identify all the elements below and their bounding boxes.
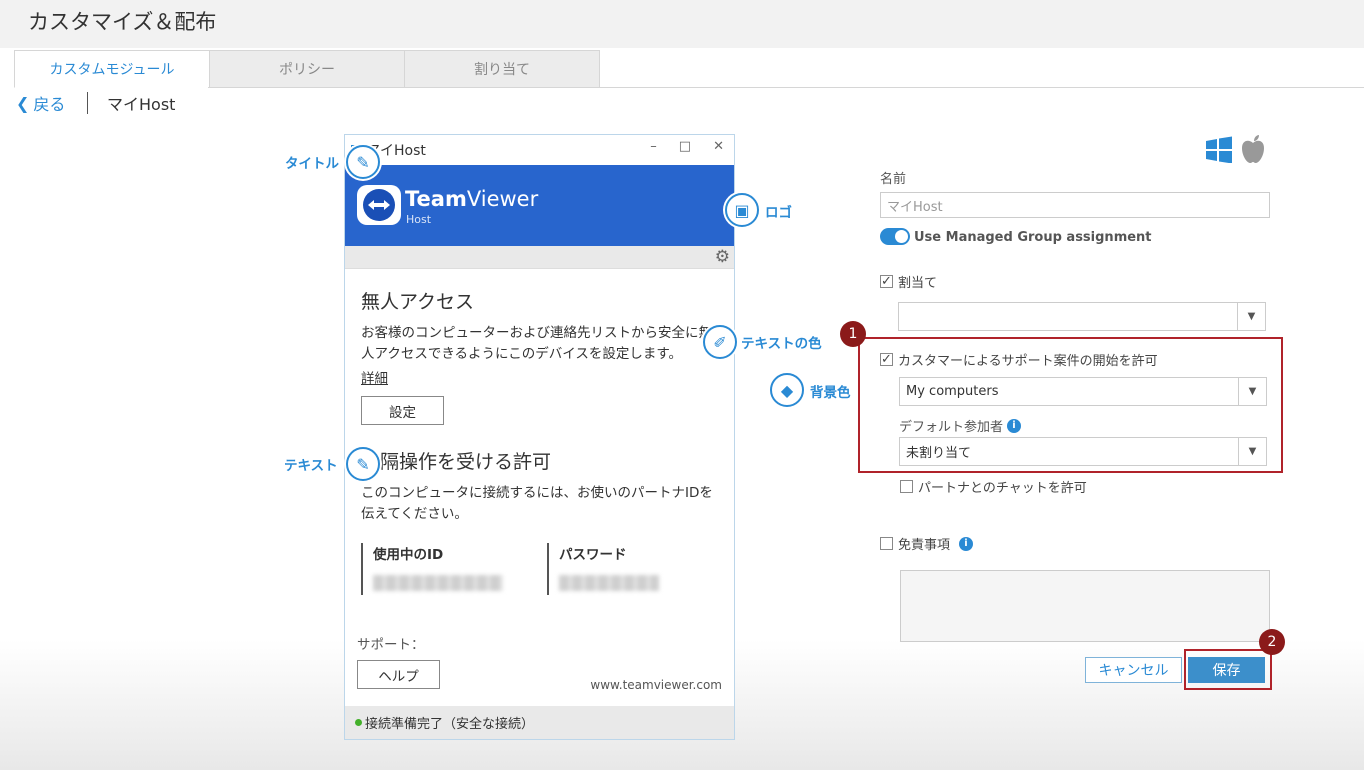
partner-chat-label: パートナとのチャットを許可	[918, 481, 1087, 496]
minimize-icon: –	[650, 139, 657, 154]
paint-bucket-icon[interactable]: ◆	[770, 373, 804, 407]
callout-text-color-label: テキストの色	[741, 336, 822, 352]
callout-title-label: タイトル	[285, 156, 339, 172]
group-select[interactable]: My computers ▼	[899, 377, 1267, 406]
cancel-button[interactable]: キャンセル	[1085, 657, 1182, 683]
tab-divider	[208, 87, 1364, 88]
tab-policy[interactable]: ポリシー	[209, 50, 405, 88]
checkbox-checked-icon: ✓	[880, 352, 893, 367]
brush-icon[interactable]: ✐	[703, 325, 737, 359]
name-label: 名前	[880, 172, 907, 187]
chevron-down-icon: ▼	[1237, 303, 1265, 330]
group-value: My computers	[906, 384, 999, 399]
step-badge-2: 2	[1259, 629, 1285, 655]
save-button[interactable]: 保存	[1188, 657, 1265, 683]
support-label: サポート：	[357, 637, 425, 653]
details-link[interactable]: 詳細	[361, 367, 388, 387]
managed-group-toggle[interactable]	[880, 228, 910, 245]
tab-assignment[interactable]: 割り当て	[404, 50, 600, 88]
checkbox-unchecked-icon	[880, 537, 893, 550]
assign-checkbox[interactable]: ✓ 割当て	[880, 272, 937, 291]
step-badge-1: 1	[840, 321, 866, 347]
preview-header: TeamViewer Host	[345, 165, 734, 246]
allow-support-checkbox[interactable]: ✓ カスタマーによるサポート案件の開始を許可	[880, 350, 1158, 369]
checkbox-unchecked-icon	[900, 480, 913, 493]
default-participant-label: デフォルト参加者 i	[899, 416, 1022, 435]
unattended-title: 無人アクセス	[361, 291, 475, 313]
status-dot-icon	[355, 719, 362, 726]
pencil-icon[interactable]: ✎	[346, 447, 380, 481]
image-icon[interactable]: ▣	[725, 193, 759, 227]
password-column: パスワード	[547, 543, 659, 595]
tab-custom-module[interactable]: カスタムモジュール	[14, 50, 210, 88]
disclaimer-checkbox[interactable]: 免責事項 i	[880, 534, 974, 553]
breadcrumb-current: マイHost	[107, 95, 176, 114]
back-link[interactable]: ❮ 戻る	[16, 91, 65, 115]
website-url: www.teamviewer.com	[590, 678, 722, 692]
breadcrumb-divider	[87, 92, 88, 114]
password-label: パスワード	[559, 547, 627, 563]
status-text: 接続準備完了（安全な接続）	[365, 717, 535, 732]
allow-support-label: カスタマーによるサポート案件の開始を許可	[898, 354, 1158, 369]
info-icon[interactable]: i	[1007, 418, 1022, 433]
brand-sub: Host	[406, 213, 432, 226]
gear-icon: ⚙	[714, 247, 730, 267]
teamviewer-logo-icon	[357, 185, 401, 225]
help-button[interactable]: ヘルプ	[357, 660, 440, 689]
pencil-icon[interactable]: ✎	[346, 145, 380, 179]
info-icon[interactable]: i	[959, 536, 974, 551]
status-bar: 接続準備完了（安全な接続）	[345, 706, 734, 739]
checkbox-checked-icon: ✓	[880, 274, 893, 289]
disclaimer-label: 免責事項	[898, 538, 951, 553]
close-icon: ✕	[713, 139, 724, 154]
id-column: 使用中のID	[361, 543, 503, 595]
chevron-down-icon: ▼	[1238, 378, 1266, 405]
back-label: 戻る	[33, 95, 66, 114]
tab-bar: カスタムモジュール ポリシー 割り当て	[14, 50, 600, 88]
apple-icon	[1242, 135, 1264, 163]
assign-label: 割当て	[898, 276, 938, 291]
disclaimer-textarea[interactable]	[900, 570, 1270, 642]
callout-text-label: テキスト	[284, 458, 338, 474]
name-field[interactable]: マイHost	[880, 192, 1270, 218]
partner-chat-checkbox[interactable]: パートナとのチャットを許可	[900, 477, 1087, 496]
assign-select[interactable]: ▼	[898, 302, 1266, 331]
default-participant-select[interactable]: 未割り当て ▼	[899, 437, 1267, 466]
chevron-left-icon: ❮	[16, 93, 30, 113]
os-icons	[1204, 134, 1266, 164]
preview-gear-bar: ⚙	[345, 246, 734, 269]
brand-name: TeamViewer	[405, 187, 539, 211]
default-participant-value: 未割り当て	[906, 446, 972, 461]
remote-title: 遠隔操作を受ける許可	[361, 451, 552, 473]
callout-background-label: 背景色	[810, 385, 851, 401]
unattended-text-1: お客様のコンピューターおよび連絡先リストから安全に無	[361, 325, 712, 341]
setup-button[interactable]: 設定	[361, 396, 444, 425]
preview-titlebar: マイHost – □ ✕	[345, 135, 734, 165]
windows-icon	[1206, 136, 1232, 163]
id-value-blurred	[373, 575, 503, 591]
maximize-icon: □	[678, 139, 692, 154]
page-title: カスタマイズ＆配布	[28, 10, 217, 34]
chevron-down-icon: ▼	[1238, 438, 1266, 465]
managed-group-label: Use Managed Group assignment	[914, 230, 1152, 245]
id-label: 使用中のID	[373, 547, 444, 563]
remote-text-1: このコンピュータに接続するには、お使いのパートナIDを	[361, 485, 713, 501]
callout-logo-label: ロゴ	[765, 205, 792, 221]
password-value-blurred	[559, 575, 659, 591]
remote-text-2: 伝えてください。	[361, 506, 468, 522]
host-preview-window: マイHost – □ ✕ TeamViewer Host ⚙ 無人アクセス お客…	[344, 134, 735, 740]
unattended-text-2: 人アクセスできるようにこのデバイスを設定します。	[361, 346, 683, 362]
